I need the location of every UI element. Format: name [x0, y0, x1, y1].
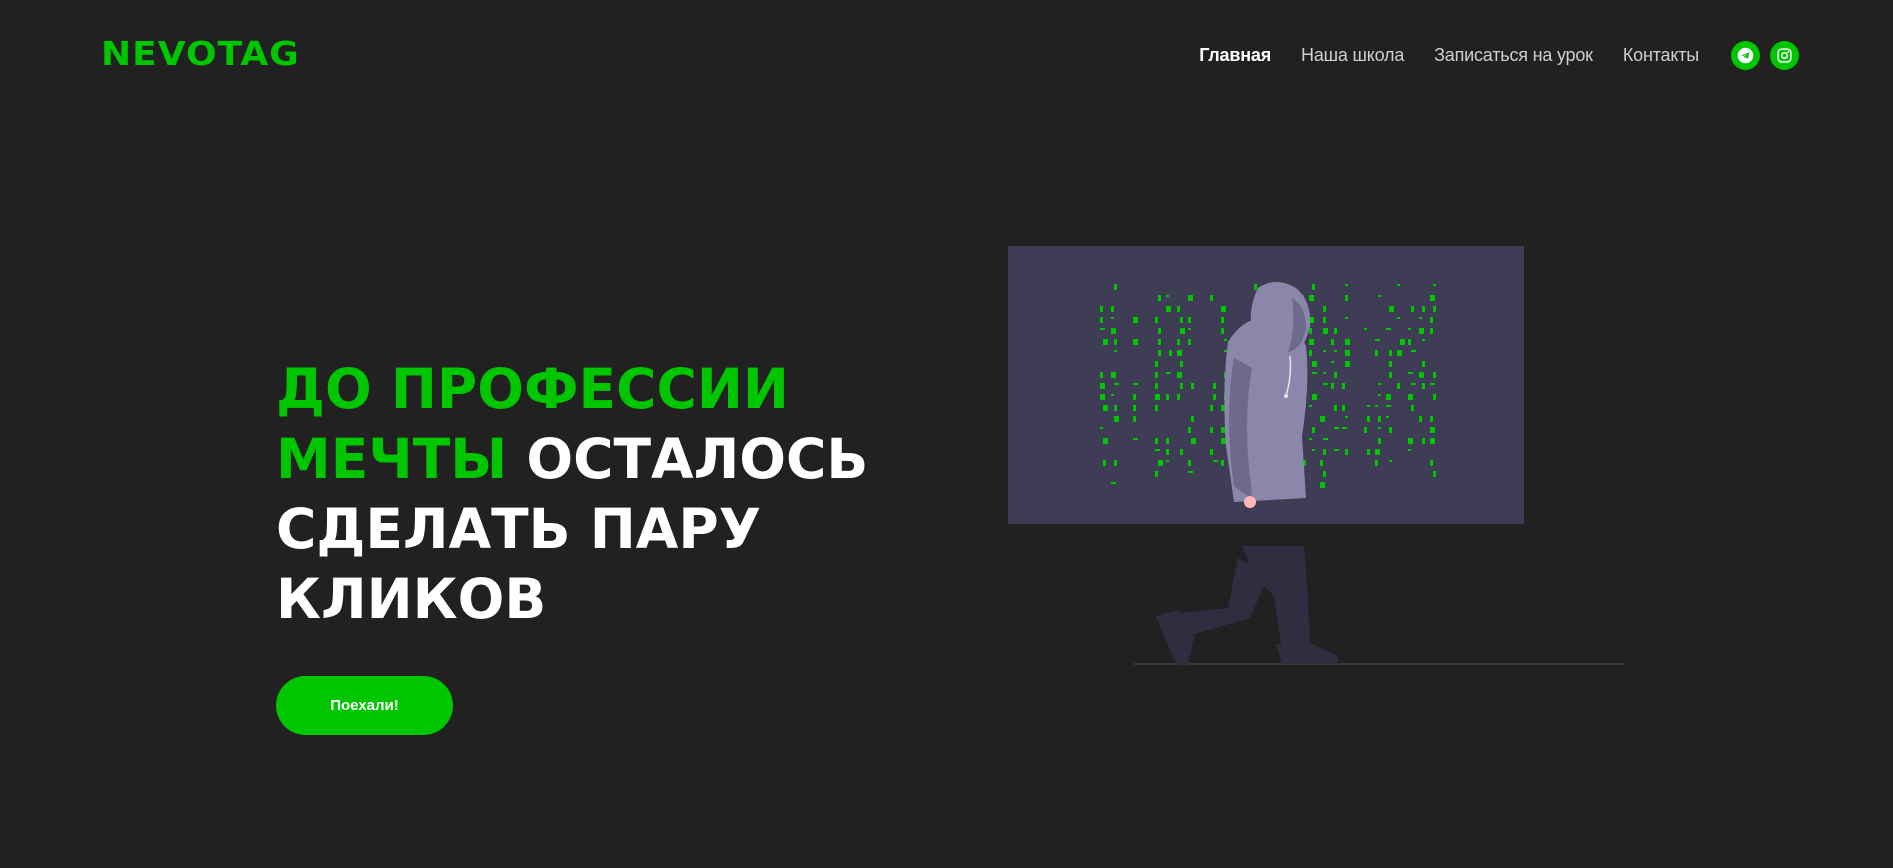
nav-link-school[interactable]: Наша школа [1301, 45, 1404, 66]
main-nav: Главная Наша школа Записаться на урок Ко… [1199, 40, 1799, 70]
brand-logo[interactable]: NEVOTAG [101, 35, 300, 73]
telegram-icon[interactable] [1731, 40, 1760, 70]
landing-page: NEVOTAG Главная Наша школа Записаться на… [0, 0, 1893, 868]
hero-title: ДО ПРОФЕССИИ МЕЧТЫ ОСТАЛОСЬ СДЕЛАТЬ ПАРУ… [276, 354, 896, 634]
start-button[interactable]: Поехали! [276, 676, 453, 735]
instagram-icon[interactable] [1770, 40, 1799, 70]
hacker-illustration [1006, 246, 1626, 666]
nav-link-home[interactable]: Главная [1199, 45, 1271, 66]
nav-link-contacts[interactable]: Контакты [1623, 45, 1699, 66]
nav-link-signup[interactable]: Записаться на урок [1434, 45, 1593, 66]
